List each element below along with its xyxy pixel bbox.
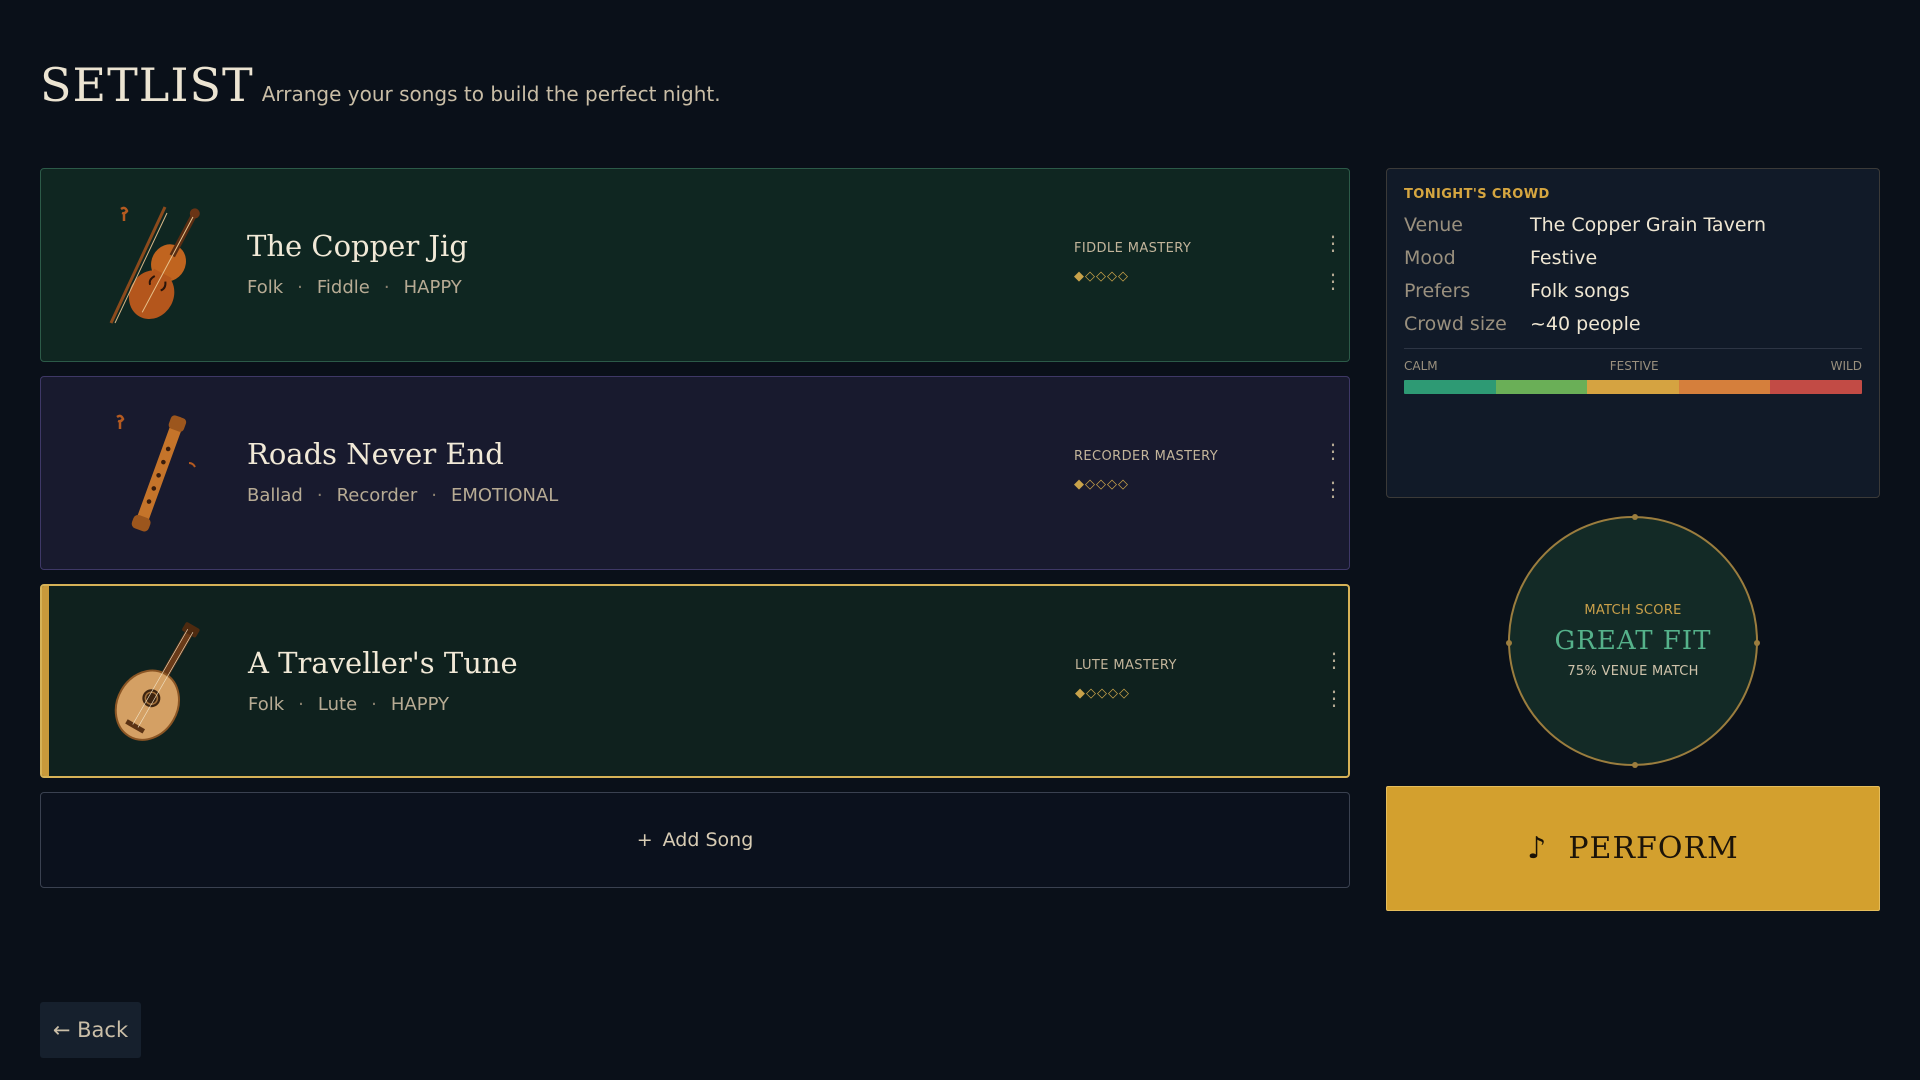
perform-button[interactable]: ♪ PERFORM [1386, 786, 1880, 911]
song-card-roads-never-end[interactable]: Roads Never End Ballad · Recorder · EMOT… [40, 376, 1350, 570]
meta-separator: · [371, 694, 377, 715]
mood-scale-low: CALM [1404, 359, 1438, 373]
song-title: Roads Never End [247, 437, 504, 471]
meta-separator: · [297, 277, 303, 298]
plus-icon: + [636, 829, 653, 851]
mood-scale-segment [1495, 380, 1588, 394]
mastery-rating: ◆◇◇◇◇ [1074, 269, 1129, 284]
mood-scale-high: WILD [1830, 359, 1862, 373]
fiddle-icon [109, 206, 200, 324]
mastery-label: RECORDER MASTERY [1074, 449, 1219, 464]
song-instrument: Fiddle [316, 277, 370, 298]
mood-scale-segment [1678, 380, 1771, 394]
crowd-heading: TONIGHT'S CROWD [1404, 187, 1550, 202]
crowd-row-venue: Venue The Copper Grain Tavern [1404, 208, 1862, 241]
page-title: SETLIST [40, 58, 254, 112]
song-info: Roads Never End Ballad · Recorder · EMOT… [247, 437, 558, 506]
match-score-badge: MATCH SCORE GREAT FIT 75% VENUE MATCH [1506, 514, 1760, 768]
song-mood: HAPPY [390, 694, 450, 715]
crowd-value: ~40 people [1530, 312, 1641, 335]
mastery: LUTE MASTERY ◆◇◇◇◇ [1075, 658, 1177, 701]
mood-scale-segment [1404, 380, 1496, 394]
song-list: The Copper Jig Folk · Fiddle · HAPPY FID… [40, 168, 1350, 888]
song-genre: Folk [247, 277, 284, 298]
song-mood: HAPPY [403, 277, 462, 298]
crowd-row-crowd-size: Crowd size ~40 people [1404, 307, 1862, 340]
mood-scale-labels: CALM FESTIVE WILD [1404, 359, 1862, 373]
song-info: A Traveller's Tune Folk · Lute · HAPPY [248, 646, 518, 715]
song-meta: Folk · Lute · HAPPY [248, 694, 518, 715]
meta-separator: · [298, 694, 304, 715]
crowd-row-mood: Mood Festive [1404, 241, 1862, 274]
add-song-button[interactable]: + Add Song [40, 792, 1350, 888]
song-mood: EMOTIONAL [450, 485, 559, 506]
crowd-details: Venue The Copper Grain Tavern Mood Festi… [1404, 208, 1862, 340]
song-instrument: Lute [317, 694, 358, 715]
mood-scale-mid: FESTIVE [1609, 359, 1659, 373]
drag-handle-icon[interactable]: ⋮ ⋮ [1323, 233, 1343, 295]
drag-handle-icon[interactable]: ⋮ ⋮ [1323, 441, 1343, 503]
crowd-key: Mood [1404, 246, 1456, 269]
add-song-label: Add Song [662, 829, 754, 851]
song-genre: Folk [248, 694, 285, 715]
crowd-panel: TONIGHT'S CROWD Venue The Copper Grain T… [1386, 168, 1880, 498]
badge-notch [1632, 762, 1638, 768]
song-genre: Ballad [247, 485, 303, 506]
match-score-value: GREAT FIT [1554, 626, 1712, 656]
crowd-key: Venue [1404, 213, 1463, 236]
crowd-value: Folk songs [1530, 279, 1630, 302]
match-score-label: MATCH SCORE [1584, 603, 1682, 618]
song-meta: Ballad · Recorder · EMOTIONAL [247, 485, 558, 506]
song-title: The Copper Jig [247, 229, 468, 263]
mastery: FIDDLE MASTERY ◆◇◇◇◇ [1074, 241, 1191, 284]
mood-scale-bar [1404, 380, 1862, 394]
song-instrument: Recorder [336, 485, 418, 506]
mood-scale-segment [1587, 380, 1679, 394]
song-card-the-copper-jig[interactable]: The Copper Jig Folk · Fiddle · HAPPY FID… [40, 168, 1350, 362]
song-card-a-travellers-tune[interactable]: A Traveller's Tune Folk · Lute · HAPPY L… [40, 584, 1350, 778]
mastery-rating: ◆◇◇◇◇ [1074, 477, 1129, 492]
crowd-value: The Copper Grain Tavern [1530, 213, 1767, 236]
setlist-screen: SETLIST Arrange your songs to build the … [0, 0, 1920, 1080]
crowd-key: Crowd size [1404, 312, 1507, 335]
divider [1404, 348, 1862, 349]
song-title: A Traveller's Tune [248, 646, 518, 680]
badge-notch [1506, 640, 1512, 646]
song-info: The Copper Jig Folk · Fiddle · HAPPY [247, 229, 468, 298]
crowd-key: Prefers [1404, 279, 1471, 302]
badge-notch [1632, 514, 1638, 520]
back-button[interactable]: ← Back [40, 1002, 141, 1058]
mastery-rating: ◆◇◇◇◇ [1075, 686, 1130, 701]
song-meta: Folk · Fiddle · HAPPY [247, 277, 468, 298]
mastery-label: LUTE MASTERY [1075, 658, 1177, 673]
venue-match-percent: 75% VENUE MATCH [1567, 664, 1699, 679]
perform-label: PERFORM [1568, 831, 1739, 866]
page-subtitle: Arrange your songs to build the perfect … [261, 82, 721, 106]
recorder-icon [116, 414, 196, 532]
drag-handle-icon[interactable]: ⋮ ⋮ [1324, 650, 1344, 712]
meta-separator: · [383, 277, 390, 298]
meta-separator: · [316, 485, 323, 506]
crowd-value: Festive [1530, 246, 1598, 269]
crowd-row-prefers: Prefers Folk songs [1404, 274, 1862, 307]
lute-icon [114, 622, 200, 741]
badge-notch [1754, 640, 1760, 646]
music-note-icon: ♪ [1527, 831, 1547, 866]
mastery: RECORDER MASTERY ◆◇◇◇◇ [1074, 449, 1218, 492]
mastery-label: FIDDLE MASTERY [1074, 241, 1192, 256]
header: SETLIST Arrange your songs to build the … [40, 58, 721, 112]
meta-separator: · [431, 485, 437, 506]
mood-scale-segment [1770, 380, 1862, 394]
